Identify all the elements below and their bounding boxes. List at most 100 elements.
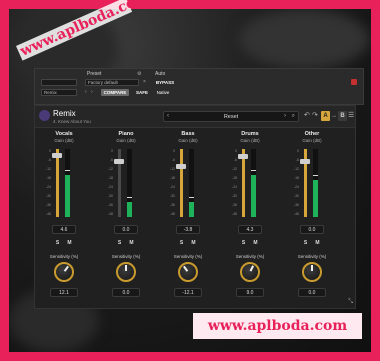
prev-icon[interactable]: ‹: [85, 89, 87, 95]
scale-mark: -30: [293, 194, 299, 198]
sensitivity-label: Sensitivity (%): [235, 254, 265, 259]
gain-fader-handle[interactable]: [114, 159, 124, 164]
level-meter: [127, 149, 132, 217]
sensitivity-knob[interactable]: [302, 262, 322, 282]
solo-button[interactable]: S: [177, 239, 186, 247]
preset-select[interactable]: Factory default: [85, 79, 139, 86]
ab-b-button[interactable]: B: [338, 111, 347, 121]
scale-mark: -30: [107, 194, 113, 198]
sensitivity-knob[interactable]: [240, 262, 260, 282]
menu-icon[interactable]: ☰: [348, 111, 354, 121]
gain-label: Gain (dB): [240, 138, 260, 143]
channel-name: Other: [304, 131, 320, 137]
channel-select[interactable]: Remix: [41, 89, 77, 96]
scale-mark: -18: [169, 176, 175, 180]
record-indicator[interactable]: [351, 79, 357, 85]
scale-mark: -18: [231, 176, 237, 180]
preset-label: Preset: [87, 71, 102, 77]
mute-button[interactable]: M: [65, 239, 74, 247]
remix-plugin-window: Remix 4. Knew About You ‹ Reset › ⌕ ↶ ↷ …: [34, 105, 356, 309]
mute-button[interactable]: M: [313, 239, 322, 247]
mute-button[interactable]: M: [251, 239, 260, 247]
plugin-subtitle: 4. Knew About You: [53, 119, 91, 124]
gain-label: Gain (dB): [54, 138, 74, 143]
channel-name: Piano: [118, 131, 134, 137]
scale-mark: -12: [231, 167, 237, 171]
scale-mark: -6: [233, 158, 237, 162]
preset-settings-icon[interactable]: ⚙: [137, 71, 141, 77]
gain-value[interactable]: -3.8: [176, 225, 200, 234]
solo-button[interactable]: S: [301, 239, 310, 247]
next-icon[interactable]: ›: [91, 89, 93, 95]
level-meter: [189, 149, 194, 217]
scale-mark: -18: [293, 176, 299, 180]
auto-label: Auto: [155, 71, 166, 77]
gain-fader-track[interactable]: [242, 149, 245, 217]
ab-a-button[interactable]: A: [321, 111, 330, 121]
undo-icon[interactable]: ↶: [304, 111, 310, 121]
knob-indicator: [63, 265, 69, 272]
solo-button[interactable]: S: [53, 239, 62, 247]
solo-button[interactable]: S: [115, 239, 124, 247]
solo-button[interactable]: S: [239, 239, 248, 247]
gain-scale: 0 -6 -12 -18 -24 -30 -36 -48: [103, 149, 113, 217]
sensitivity-value[interactable]: -12.1: [174, 288, 202, 297]
bypass-button[interactable]: BYPASS: [155, 79, 175, 86]
redo-icon[interactable]: ↷: [312, 111, 318, 121]
gain-label: Gain (dB): [302, 138, 322, 143]
background-blur: [239, 9, 369, 69]
gain-value[interactable]: 4.6: [52, 225, 76, 234]
knob-indicator: [183, 265, 189, 272]
sensitivity-value[interactable]: 0.0: [112, 288, 140, 297]
gain-fader-track[interactable]: [180, 149, 183, 217]
safe-button[interactable]: SAFE: [135, 89, 149, 96]
scale-mark: -30: [45, 194, 51, 198]
preset-next-icon[interactable]: ›: [284, 113, 286, 119]
gain-label: Gain (dB): [116, 138, 136, 143]
scale-mark: -48: [231, 212, 237, 216]
scale-mark: -6: [109, 158, 113, 162]
ab-copy-icon[interactable]: →: [331, 111, 337, 121]
track-select[interactable]: [41, 79, 77, 86]
sensitivity-knob[interactable]: [178, 262, 198, 282]
gain-fader-handle[interactable]: [238, 153, 248, 159]
gain-value[interactable]: 4.3: [238, 225, 262, 234]
gain-value[interactable]: 0.0: [300, 225, 324, 234]
level-meter: [313, 149, 318, 217]
sensitivity-knob[interactable]: [54, 262, 74, 282]
scale-mark: -24: [231, 185, 237, 189]
channel-strip: Drums Gain (dB) 0 -6 -12 -18 -24 -30 -36 -48 4.3 S M…: [225, 131, 275, 307]
meter-peak: [313, 174, 318, 176]
scale-mark: 0: [235, 149, 237, 153]
preset-selector[interactable]: ‹ Reset › ⌕: [163, 111, 299, 122]
channel-name: Drums: [241, 131, 259, 137]
gain-fader-handle[interactable]: [52, 153, 62, 159]
sensitivity-value[interactable]: 0.0: [298, 288, 326, 297]
gain-label: Gain (dB): [178, 138, 198, 143]
sensitivity-value[interactable]: 12.1: [50, 288, 78, 297]
resize-handle-icon[interactable]: ⤡: [348, 299, 353, 306]
sensitivity-label: Sensitivity (%): [49, 254, 79, 259]
scale-mark: -48: [169, 212, 175, 216]
native-button[interactable]: Native: [155, 89, 171, 96]
scale-mark: -36: [231, 203, 237, 207]
gain-fader-handle[interactable]: [176, 163, 186, 169]
scale-mark: -30: [169, 194, 175, 198]
scale-mark: -36: [169, 203, 175, 207]
sensitivity-knob[interactable]: [116, 262, 136, 282]
plugin-logo-icon: [39, 110, 50, 121]
gain-fader-handle[interactable]: [300, 159, 310, 164]
scale-mark: -24: [45, 185, 51, 189]
gain-fader-track[interactable]: [56, 149, 59, 217]
sensitivity-value[interactable]: 9.0: [236, 288, 264, 297]
scale-mark: -24: [169, 185, 175, 189]
mute-button[interactable]: M: [189, 239, 198, 247]
mute-button[interactable]: M: [127, 239, 136, 247]
compare-button[interactable]: COMPARE: [101, 89, 129, 96]
meter-peak: [189, 196, 194, 198]
preset-search-icon[interactable]: ⌕: [292, 113, 295, 120]
close-preset-icon[interactable]: ×: [143, 79, 146, 85]
gain-scale: 0 -6 -12 -18 -24 -30 -36 -48: [227, 149, 237, 217]
gain-value[interactable]: 0.0: [114, 225, 138, 234]
channel-strip: Bass Gain (dB) 0 -6 -12 -18 -24 -30 -36 -48 -3.8 S M…: [163, 131, 213, 307]
